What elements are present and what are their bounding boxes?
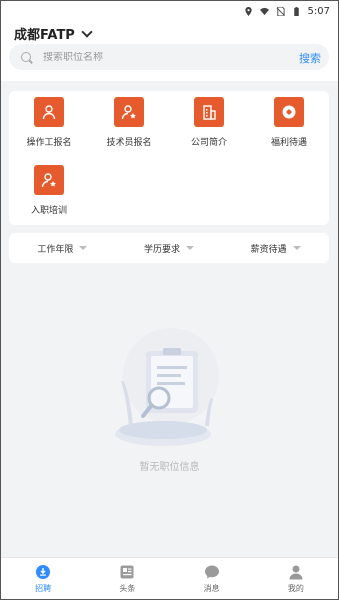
menu-item-operator-signup[interactable]: 操作工报名 [9, 97, 89, 148]
person-star-icon [34, 165, 64, 195]
tab-messages[interactable]: 消息 [170, 558, 254, 599]
empty-state-illustration [115, 328, 219, 446]
recruit-icon [36, 564, 51, 579]
message-icon [204, 565, 219, 578]
tab-news[interactable]: 头条 [85, 558, 169, 599]
caret-down-icon [79, 246, 88, 250]
filter-bar: 工作年限 学历要求 薪资待遇 [9, 233, 329, 263]
menu-grid: 操作工报名 技术员报名 公司简介 福利待遇 入职培训 [9, 91, 329, 225]
profile-icon [289, 565, 303, 579]
battery-icon [293, 6, 299, 16]
menu-item-onboarding-training[interactable]: 入职培训 [9, 165, 89, 216]
menu-item-technician-signup[interactable]: 技术员报名 [89, 97, 169, 148]
tab-label: 消息 [203, 583, 220, 593]
filter-salary[interactable]: 薪资待遇 [222, 242, 329, 255]
city-name: 成都FATP [14, 28, 75, 43]
caret-down-icon [292, 246, 301, 250]
menu-item-label: 操作工报名 [26, 138, 72, 148]
person-star-icon [114, 97, 144, 127]
filter-label: 工作年限 [37, 244, 74, 255]
tab-label: 头条 [119, 583, 136, 593]
filter-education[interactable]: 学历要求 [116, 242, 223, 255]
search-input[interactable] [43, 51, 263, 63]
empty-state-message: 暂无职位信息 [139, 462, 200, 473]
menu-item-benefits[interactable]: 福利待遇 [249, 97, 329, 148]
person-icon [34, 97, 64, 127]
gift-icon [274, 97, 304, 127]
wifi-icon [259, 7, 269, 15]
menu-item-label: 技术员报名 [106, 138, 152, 148]
caret-down-icon [186, 246, 195, 250]
filter-label: 薪资待遇 [250, 244, 287, 255]
search-button[interactable]: 搜索 [299, 50, 321, 66]
building-icon [194, 97, 224, 127]
location-icon [244, 6, 252, 16]
filter-work-experience[interactable]: 工作年限 [9, 242, 116, 255]
tab-profile[interactable]: 我的 [254, 558, 338, 599]
menu-item-label: 福利待遇 [270, 138, 307, 148]
status-time: 5:07 [307, 5, 330, 17]
search-bar: 搜索 [9, 44, 329, 70]
menu-item-label: 公司简介 [190, 138, 227, 148]
no-sim-icon [276, 6, 285, 16]
tab-label: 我的 [287, 583, 304, 593]
news-icon [120, 565, 134, 578]
header: 成都FATP 搜索 [1, 21, 338, 81]
menu-item-company-intro[interactable]: 公司简介 [169, 97, 249, 148]
tab-recruit[interactable]: 招聘 [1, 558, 85, 599]
search-icon [21, 52, 31, 62]
bottom-tab-bar: 招聘 头条 消息 我的 [1, 557, 338, 599]
city-selector[interactable]: 成都FATP [14, 24, 93, 43]
chevron-down-icon [81, 25, 93, 38]
tab-label: 招聘 [35, 583, 52, 593]
menu-item-label: 入职培训 [30, 206, 67, 216]
status-bar: 5:07 [1, 1, 338, 21]
filter-label: 学历要求 [144, 244, 181, 255]
